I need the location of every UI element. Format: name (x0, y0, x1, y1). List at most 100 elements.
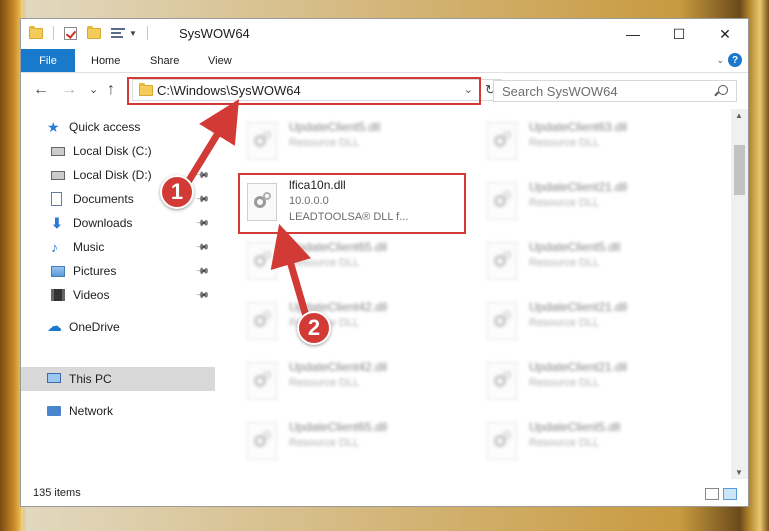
properties-check-icon[interactable] (64, 26, 77, 40)
dll-file-icon (487, 122, 517, 160)
sidebar-item-network[interactable]: Network (21, 399, 215, 423)
back-button[interactable]: ← (33, 82, 49, 98)
file-item-lfica10n[interactable]: lfica10n.dll 10.0.0.0 LEADTOOLSA® DLL f.… (237, 175, 457, 231)
search-input[interactable]: Search SysWOW64 (502, 84, 618, 99)
dll-file-icon (247, 183, 277, 221)
address-path[interactable]: C:\Windows\SysWOW64 (157, 83, 301, 98)
file-type: Resource DLL (529, 197, 600, 209)
maximize-button[interactable]: ☐ (656, 19, 702, 49)
quick-access-toolbar: ▼ (29, 25, 154, 40)
scroll-down-icon[interactable]: ▼ (735, 468, 743, 477)
tab-share[interactable]: Share (150, 49, 179, 72)
forward-button[interactable]: → (61, 82, 77, 98)
file-item[interactable]: UpdateClient42.dll Resource DLL (237, 297, 457, 353)
sidebar-item-label: OneDrive (69, 320, 120, 334)
expand-ribbon-icon[interactable]: ⌄ (716, 55, 724, 66)
scrollbar-thumb[interactable] (734, 145, 745, 195)
dll-file-icon (487, 302, 517, 340)
sidebar-item-downloads[interactable]: ⬇ Downloads 📌 (21, 211, 215, 235)
drive-icon (51, 147, 65, 156)
sidebar-item-music[interactable]: ♪ Music 📌 (21, 235, 215, 259)
pin-icon[interactable]: 📌 (195, 263, 210, 279)
file-item[interactable]: UpdateClient5.dll Resource DLL (477, 417, 697, 473)
file-item[interactable]: UpdateClient65.dll Resource DLL (237, 417, 457, 473)
search-box[interactable]: Search SysWOW64 (493, 80, 737, 102)
file-name: UpdateClient65.dll (289, 240, 388, 254)
file-version: 10.0.0.0 (289, 195, 329, 207)
file-name: UpdateClient65.dll (289, 420, 388, 434)
sidebar-item-label: Documents (73, 192, 134, 206)
tab-home[interactable]: Home (91, 49, 120, 72)
dll-file-icon (247, 122, 277, 160)
pin-icon[interactable]: 📌 (195, 239, 210, 255)
sidebar-item-videos[interactable]: Videos 📌 (21, 283, 215, 307)
dll-file-icon (247, 242, 277, 280)
file-explorer-window: ▼ SysWOW64 — ☐ ✕ File Home Share View ⌄ … (20, 18, 749, 507)
sidebar-item-pictures[interactable]: Pictures 📌 (21, 259, 215, 283)
navigation-pane: ★ Quick access Local Disk (C:) Local Dis… (21, 109, 215, 479)
drive-icon (51, 171, 65, 180)
close-button[interactable]: ✕ (702, 19, 748, 49)
file-item[interactable]: UpdateClient5.dll Resource DLL (477, 237, 697, 293)
folder-icon[interactable] (29, 25, 43, 39)
pin-icon[interactable]: 📌 (195, 215, 210, 231)
file-type: Resource DLL (529, 317, 600, 329)
music-icon: ♪ (51, 239, 58, 255)
search-icon[interactable] (718, 85, 728, 95)
file-type: Resource DLL (289, 137, 360, 149)
file-type: Resource DLL (529, 257, 600, 269)
tab-view[interactable]: View (208, 49, 232, 72)
help-icon[interactable]: ? (728, 53, 742, 67)
file-description: LEADTOOLSA® DLL f... (289, 211, 409, 223)
details-view-icon[interactable] (705, 488, 719, 500)
file-item[interactable]: UpdateClient5.dll Resource DLL (237, 117, 457, 173)
file-item[interactable]: UpdateClient63.dll Resource DLL (477, 117, 697, 173)
properties-icon[interactable] (111, 27, 125, 40)
pictures-icon (51, 266, 65, 277)
up-button[interactable]: ↑ (107, 82, 115, 98)
file-type: Resource DLL (529, 137, 600, 149)
folder-icon (139, 83, 153, 96)
window-title: SysWOW64 (179, 26, 250, 41)
address-dropdown-icon[interactable]: ⌄ (464, 83, 473, 96)
sidebar-item-quick-access[interactable]: ★ Quick access (21, 115, 215, 139)
pin-icon[interactable]: 📌 (195, 287, 210, 303)
videos-icon (51, 289, 65, 301)
pin-icon[interactable]: 📌 (195, 167, 210, 183)
address-bar[interactable]: C:\Windows\SysWOW64 ⌄ (132, 79, 480, 101)
sidebar-item-label: Pictures (73, 264, 117, 278)
customize-toolbar-dropdown-icon[interactable]: ▼ (129, 29, 137, 38)
large-icons-view-icon[interactable] (723, 488, 737, 500)
minimize-button[interactable]: — (610, 19, 656, 49)
file-item[interactable]: UpdateClient21.dll Resource DLL (477, 177, 697, 233)
file-name: UpdateClient5.dll (529, 240, 621, 254)
recent-locations-button[interactable]: ⌄ (89, 82, 98, 98)
file-type: Resource DLL (289, 437, 360, 449)
dll-file-icon (247, 362, 277, 400)
toolbar-separator (146, 26, 148, 40)
file-name: UpdateClient5.dll (529, 420, 621, 434)
status-bar: 135 items (21, 482, 748, 506)
sidebar-item-this-pc[interactable]: This PC (21, 367, 215, 391)
file-name: UpdateClient63.dll (529, 120, 628, 134)
file-item[interactable]: UpdateClient21.dll Resource DLL (477, 357, 697, 413)
toolbar-separator (53, 26, 54, 40)
file-item[interactable]: UpdateClient65.dll Resource DLL (237, 237, 457, 293)
file-type: Resource DLL (289, 377, 360, 389)
file-item[interactable]: UpdateClient42.dll Resource DLL (237, 357, 457, 413)
dll-file-icon (247, 302, 277, 340)
sidebar-item-local-disk-c[interactable]: Local Disk (C:) (21, 139, 215, 163)
scroll-up-icon[interactable]: ▲ (735, 111, 743, 120)
sidebar-item-label: Local Disk (D:) (73, 168, 152, 182)
title-bar: ▼ SysWOW64 — ☐ ✕ (21, 19, 748, 49)
sidebar-item-onedrive[interactable]: ☁ OneDrive (21, 315, 215, 339)
file-type: Resource DLL (529, 437, 600, 449)
pin-icon[interactable]: 📌 (195, 191, 210, 207)
navigation-bar: ← → ⌄ ↑ C:\Windows\SysWOW64 ⌄ ↻ Search S… (21, 73, 748, 107)
tab-file[interactable]: File (21, 49, 75, 72)
dll-file-icon (487, 362, 517, 400)
vertical-scrollbar[interactable]: ▲ ▼ (731, 109, 748, 479)
file-item[interactable]: UpdateClient21.dll Resource DLL (477, 297, 697, 353)
new-folder-icon[interactable] (87, 25, 101, 39)
dll-file-icon (487, 242, 517, 280)
